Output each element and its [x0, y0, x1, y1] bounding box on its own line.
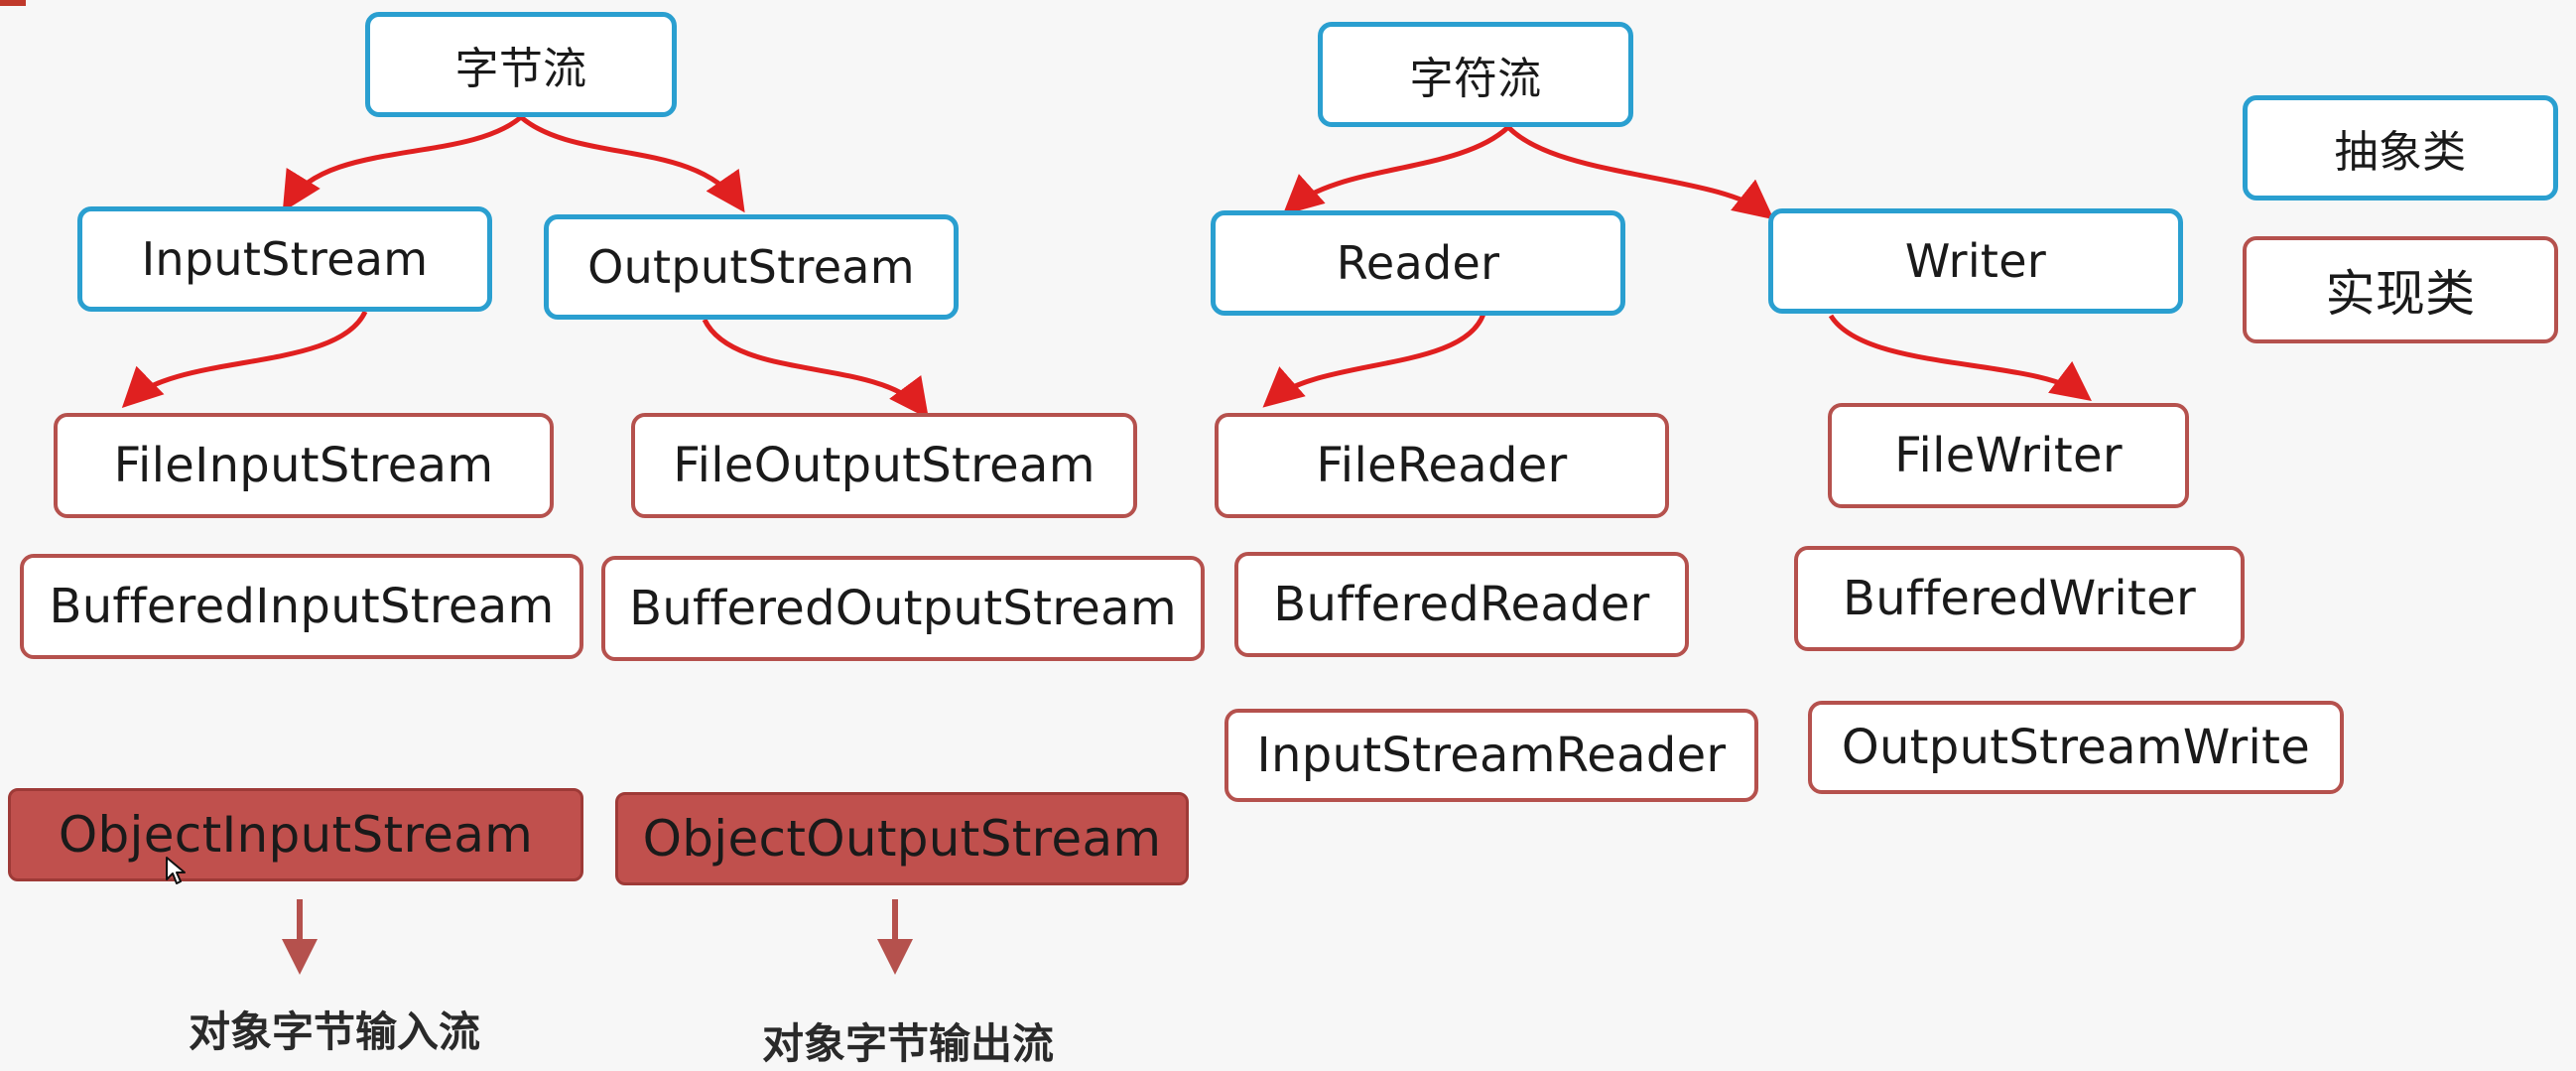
- file-input-stream-node: FileInputStream: [54, 413, 554, 518]
- buffered-writer-node: BufferedWriter: [1794, 546, 2245, 651]
- char-stream-root: 字符流: [1318, 22, 1633, 127]
- arrow-char-to-reader: [1282, 125, 1510, 215]
- byte-stream-root: 字节流: [365, 12, 677, 117]
- arrow-byte-to-input: [282, 115, 523, 212]
- writer-node: Writer: [1768, 208, 2183, 314]
- object-input-stream-node: ObjectInputStream: [8, 788, 583, 881]
- arrow-input-to-file: [121, 310, 368, 408]
- mouse-cursor-icon: [166, 857, 186, 884]
- object-input-caption: 对象字节输入流: [189, 1007, 481, 1056]
- file-reader-node: FileReader: [1215, 413, 1669, 518]
- file-output-stream-node: FileOutputStream: [631, 413, 1137, 518]
- arrow-writer-to-file: [1828, 314, 2092, 402]
- output-stream-node: OutputStream: [544, 214, 959, 320]
- legend-concrete-class: 实现类: [2243, 236, 2558, 343]
- object-output-stream-node: ObjectOutputStream: [615, 792, 1189, 885]
- arrow-byte-to-output: [519, 115, 745, 213]
- hierarchy-arrows: [121, 115, 2092, 975]
- arrow-output-to-file: [702, 318, 929, 420]
- buffered-output-stream-node: BufferedOutputStream: [601, 556, 1205, 661]
- buffered-reader-node: BufferedReader: [1234, 552, 1689, 657]
- file-writer-node: FileWriter: [1828, 403, 2189, 508]
- output-stream-write-node: OutputStreamWrite: [1808, 701, 2344, 794]
- arrow-reader-to-file: [1262, 313, 1486, 408]
- input-stream-node: InputStream: [77, 206, 492, 312]
- legend-abstract-class: 抽象类: [2243, 95, 2558, 201]
- buffered-input-stream-node: BufferedInputStream: [20, 554, 583, 659]
- input-stream-reader-node: InputStreamReader: [1224, 709, 1758, 802]
- object-output-caption: 对象字节输出流: [762, 1019, 1055, 1068]
- arrow-char-to-writer: [1506, 125, 1774, 220]
- reader-node: Reader: [1211, 210, 1625, 316]
